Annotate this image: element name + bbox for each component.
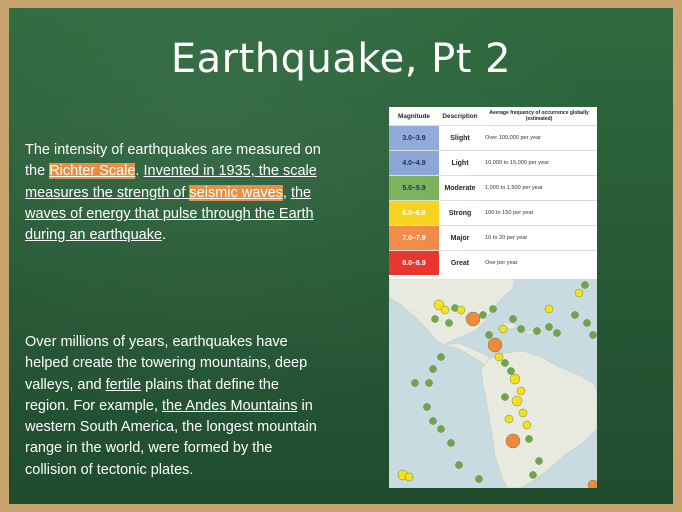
earthquake-marker (501, 359, 509, 367)
p1-text-f: . (162, 227, 167, 244)
earthquake-marker (440, 305, 450, 315)
magnitude-cell: 4.0–4.9 (389, 151, 439, 175)
header-description: Description (442, 112, 478, 120)
table-row: 3.0–3.9 Slight Over 100,000 per year (389, 125, 597, 150)
earthquake-marker (589, 331, 597, 339)
earthquake-marker (505, 433, 521, 449)
earthquake-marker (431, 315, 439, 323)
table-row: 6.0–6.9 Strong 100 to 150 per year (389, 200, 597, 225)
earthquake-marker (455, 461, 463, 469)
table-row: 8.0–8.9 Great One per year (389, 250, 597, 275)
earthquake-marker (404, 472, 414, 482)
frequency-cell: 10 to 20 per year (485, 235, 528, 241)
earthquake-marker (437, 425, 445, 433)
earthquake-marker (583, 319, 591, 327)
andes-mountains-link[interactable]: the Andes Mountains (162, 398, 297, 414)
earthquake-marker (581, 281, 589, 289)
earthquake-marker (533, 327, 541, 335)
earthquake-marker (571, 311, 579, 319)
earthquake-marker (456, 305, 466, 315)
earthquake-marker (574, 288, 584, 298)
earthquake-marker (425, 379, 433, 387)
earthquake-marker (475, 475, 483, 483)
earthquake-marker (501, 393, 509, 401)
earthquake-marker (429, 365, 437, 373)
magnitude-table: Magnitude Description Average frequency … (389, 107, 597, 279)
description-cell: Slight (450, 134, 470, 142)
description-cell: Moderate (444, 184, 476, 192)
magnitude-cell: 8.0–8.9 (389, 251, 439, 275)
earthquake-marker (487, 337, 503, 353)
earthquake-marker (465, 311, 481, 327)
table-body: 3.0–3.9 Slight Over 100,000 per year 4.0–4.… (389, 125, 597, 275)
earthquake-marker (447, 439, 455, 447)
earthquake-marker (485, 331, 493, 339)
frequency-cell: 100 to 150 per year (485, 210, 534, 216)
description-cell: Light (451, 159, 469, 167)
magnitude-cell: 7.0–7.9 (389, 226, 439, 250)
richter-scale-link[interactable]: Richter Scale (49, 163, 136, 180)
description-cell: Strong (448, 209, 472, 217)
description-cell: Great (450, 259, 470, 267)
earthquake-map (389, 279, 597, 488)
earthquake-marker (545, 323, 553, 331)
frequency-cell: Over 100,000 per year (485, 135, 541, 141)
earthquake-marker (529, 471, 537, 479)
magnitude-cell: 3.0–3.9 (389, 126, 439, 150)
frequency-cell: 1,000 to 1,500 per year (485, 185, 543, 191)
magnitude-cell: 5.0–5.9 (389, 176, 439, 200)
earthquake-marker (511, 395, 523, 407)
frequency-cell: 10,000 to 15,000 per year (485, 160, 550, 166)
earthquake-marker (518, 408, 528, 418)
andes-paragraph: Over millions of years, earthquakes have… (25, 332, 325, 481)
earthquake-marker (544, 304, 554, 314)
magnitude-cell: 6.0–6.9 (389, 201, 439, 225)
earthquake-marker (445, 319, 453, 327)
chalkboard-slide: Earthquake, Pt 2 The intensity of earthq… (0, 0, 682, 512)
frequency-cell: One per year (485, 260, 518, 266)
earthquake-marker (525, 435, 533, 443)
fertile-link[interactable]: fertile (106, 377, 141, 393)
table-row: 4.0–4.9 Light 10,000 to 15,000 per year (389, 150, 597, 175)
p1-text-d: , (282, 184, 291, 201)
earthquake-marker (411, 379, 419, 387)
earthquake-marker (522, 420, 532, 430)
richter-paragraph: The intensity of earthquakes are measure… (25, 140, 325, 246)
earthquake-marker (504, 414, 514, 424)
earthquake-marker (507, 367, 515, 375)
earthquake-marker (517, 325, 525, 333)
earthquake-marker (509, 373, 521, 385)
earthquake-marker (423, 403, 431, 411)
earthquake-marker (498, 324, 508, 334)
earthquake-marker (509, 315, 517, 323)
description-cell: Major (450, 234, 470, 242)
slide-title: Earthquake, Pt 2 (170, 36, 512, 82)
earthquake-marker (516, 386, 526, 396)
earthquake-marker (479, 311, 487, 319)
earthquake-marker (437, 353, 445, 361)
seismic-waves-link[interactable]: seismic waves (189, 184, 283, 201)
earthquake-marker (494, 352, 504, 362)
earthquake-marker (535, 457, 543, 465)
header-magnitude: Magnitude (398, 112, 430, 120)
earthquake-marker (489, 305, 497, 313)
table-row: 5.0–5.9 Moderate 1,000 to 1,500 per year (389, 175, 597, 200)
table-row: 7.0–7.9 Major 10 to 20 per year (389, 225, 597, 250)
earthquake-marker (429, 417, 437, 425)
header-frequency: Average frequency of occurrence globally… (489, 110, 589, 122)
earthquake-marker (553, 329, 561, 337)
table-header: Magnitude Description Average frequency … (389, 107, 597, 125)
